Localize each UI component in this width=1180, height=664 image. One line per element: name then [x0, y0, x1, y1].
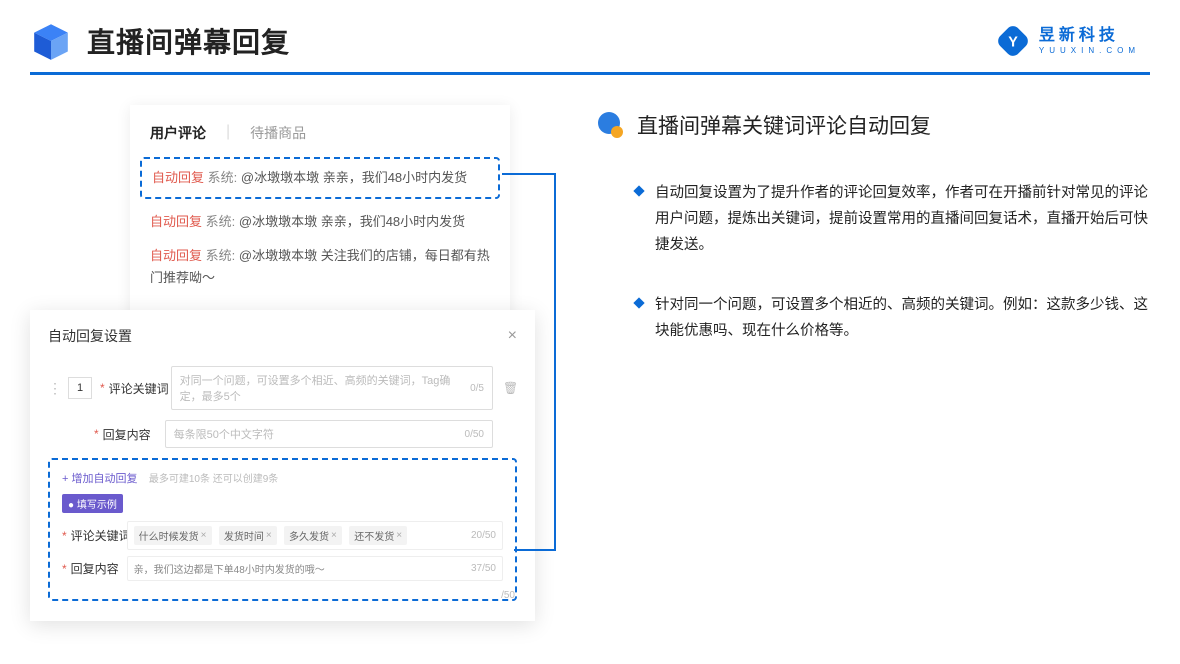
- header-divider: [30, 72, 1150, 75]
- settings-title: 自动回复设置: [48, 326, 132, 346]
- example-keyword-counter: 20/50: [471, 530, 496, 541]
- example-content-value: 亲，我们这边都是下单48小时内发货的哦～: [134, 561, 325, 576]
- section-heading: 直播间弹幕关键词评论自动回复: [595, 110, 1150, 140]
- example-content-label: 回复内容: [71, 560, 127, 577]
- comments-card: 用户评论 | 待播商品 自动回复 系统: @冰墩墩本墩 亲亲，我们48小时内发货…: [130, 105, 510, 323]
- page-header: 直播间弹幕回复 Y 昱新科技 YUUXIN.COM: [0, 0, 1180, 72]
- example-content-input[interactable]: 亲，我们这边都是下单48小时内发货的哦～ 37/50: [127, 556, 503, 581]
- bullet-text: 针对同一个问题，可设置多个相近的、高频的关键词。例如：这款多少钱、这块能优惠吗、…: [655, 292, 1150, 344]
- system-label: 系统:: [206, 248, 236, 263]
- required-star: *: [62, 562, 67, 576]
- limit-hint: 最多可建10条 还可以创建9条: [149, 474, 278, 485]
- tag-chip[interactable]: 什么时候发货×: [134, 526, 212, 545]
- page-title: 直播间弹幕回复: [87, 21, 290, 61]
- comment-row: 自动回复 系统: @冰墩墩本墩 关注我们的店铺，每日都有热门推荐呦～: [150, 245, 490, 289]
- comment-text: @冰墩墩本墩 亲亲，我们48小时内发货: [241, 170, 467, 185]
- diamond-icon: [633, 298, 644, 309]
- chat-bubble-icon: [595, 110, 625, 140]
- content-input[interactable]: 每条限50个中文字符 0/50: [165, 420, 493, 448]
- bullet-text: 自动回复设置为了提升作者的评论回复效率，作者可在开播前针对常见的评论用户问题，提…: [655, 180, 1150, 258]
- auto-reply-tag: 自动回复: [150, 214, 202, 229]
- tab-separator: |: [226, 123, 230, 143]
- content-row: * 回复内容 每条限50个中文字符 0/50 🗑: [94, 420, 517, 448]
- system-label: 系统:: [206, 214, 236, 229]
- bullet-item: 自动回复设置为了提升作者的评论回复效率，作者可在开播前针对常见的评论用户问题，提…: [595, 180, 1150, 258]
- comment-text: @冰墩墩本墩 亲亲，我们48小时内发货: [239, 214, 465, 229]
- brand-logo-block: Y 昱新科技 YUUXIN.COM: [995, 23, 1140, 59]
- stray-counter: /50: [501, 590, 515, 601]
- required-star: *: [62, 529, 67, 543]
- auto-reply-tag: 自动回复: [150, 248, 202, 263]
- comment-row: 自动回复 系统: @冰墩墩本墩 亲亲，我们48小时内发货: [150, 211, 490, 233]
- section-title: 直播间弹幕关键词评论自动回复: [637, 110, 931, 140]
- required-star: *: [100, 381, 105, 395]
- keyword-input[interactable]: 对同一个问题，可设置多个相近、高频的关键词，Tag确定，最多5个 0/5: [171, 366, 493, 410]
- example-keyword-label: 评论关键词: [71, 527, 127, 544]
- bullet-item: 针对同一个问题，可设置多个相近的、高频的关键词。例如：这款多少钱、这块能优惠吗、…: [595, 292, 1150, 344]
- keyword-label: 评论关键词: [109, 380, 171, 397]
- example-badge: ● 填写示例: [62, 494, 123, 513]
- brand-name-cn: 昱新科技: [1039, 28, 1140, 44]
- system-label: 系统:: [208, 170, 238, 185]
- keyword-placeholder: 对同一个问题，可设置多个相近、高频的关键词，Tag确定，最多5个: [180, 372, 470, 404]
- example-keyword-row: * 评论关键词 什么时候发货× 发货时间× 多久发货× 还不发货× 20/50: [62, 521, 503, 550]
- diamond-icon: [633, 185, 644, 196]
- tag-chip[interactable]: 多久发货×: [284, 526, 342, 545]
- example-section: + 增加自动回复 最多可建10条 还可以创建9条 ● 填写示例 * 评论关键词 …: [48, 458, 517, 601]
- content-placeholder: 每条限50个中文字符: [174, 426, 274, 442]
- required-star: *: [94, 427, 99, 441]
- example-content-counter: 37/50: [471, 563, 496, 574]
- svg-text:Y: Y: [1008, 34, 1018, 50]
- brand-logo-icon: Y: [995, 23, 1031, 59]
- tag-chip[interactable]: 发货时间×: [219, 526, 277, 545]
- example-keyword-input[interactable]: 什么时候发货× 发货时间× 多久发货× 还不发货× 20/50: [127, 521, 503, 550]
- tab-pending-products[interactable]: 待播商品: [250, 123, 306, 143]
- close-icon[interactable]: ×: [508, 327, 517, 345]
- auto-reply-tag: 自动回复: [152, 170, 204, 185]
- keyword-counter: 0/5: [470, 383, 484, 394]
- comment-row-highlighted: 自动回复 系统: @冰墩墩本墩 亲亲，我们48小时内发货: [140, 157, 500, 199]
- brand-name-en: YUUXIN.COM: [1039, 47, 1140, 55]
- example-content-row: * 回复内容 亲，我们这边都是下单48小时内发货的哦～ 37/50: [62, 556, 503, 581]
- tab-user-comments[interactable]: 用户评论: [150, 123, 206, 143]
- rule-number: 1: [68, 377, 92, 399]
- tag-chip[interactable]: 还不发货×: [349, 526, 407, 545]
- auto-reply-settings-card: 自动回复设置 × ⋮⋮ 1 * 评论关键词 对同一个问题，可设置多个相近、高频的…: [30, 310, 535, 621]
- delete-icon[interactable]: 🗑: [503, 381, 517, 395]
- cube-icon: [30, 20, 72, 62]
- drag-handle-icon[interactable]: ⋮⋮: [48, 380, 60, 397]
- add-auto-reply-link[interactable]: + 增加自动回复: [62, 473, 137, 485]
- content-counter: 0/50: [465, 429, 484, 440]
- keyword-row: ⋮⋮ 1 * 评论关键词 对同一个问题，可设置多个相近、高频的关键词，Tag确定…: [48, 366, 517, 410]
- content-label: 回复内容: [103, 426, 165, 443]
